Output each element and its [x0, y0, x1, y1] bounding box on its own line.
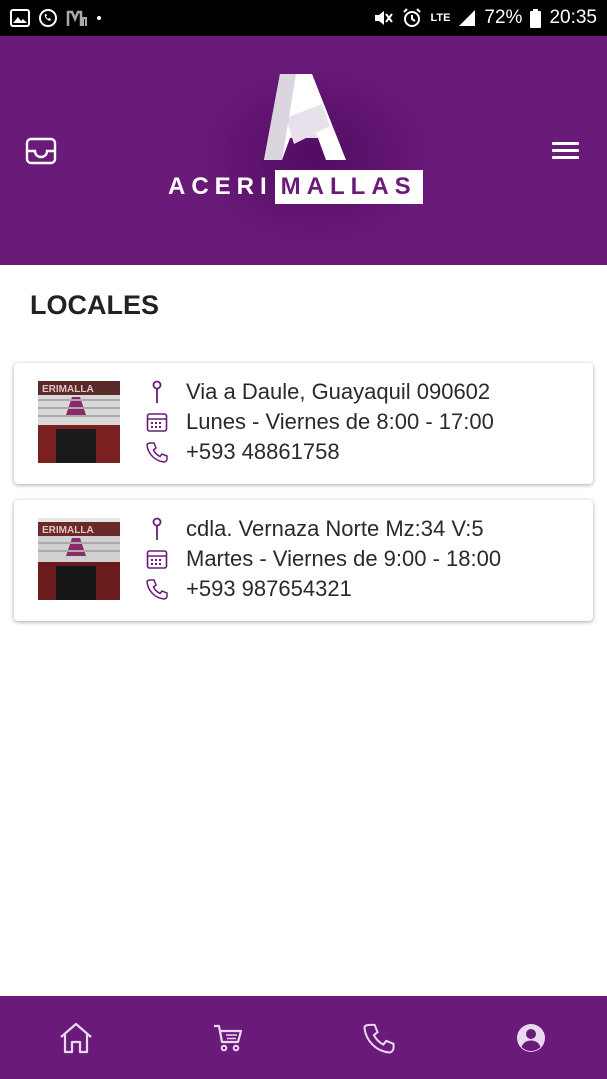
logo-a-icon: [264, 74, 346, 160]
battery-icon: [530, 8, 542, 28]
store-phone-row[interactable]: +593 987654321: [144, 574, 584, 604]
menu-button[interactable]: [549, 136, 583, 166]
logo-wordmark: ACERI MALLAS: [165, 170, 423, 204]
nav-account-button[interactable]: [501, 1008, 561, 1068]
battery-percent: 72%: [484, 7, 523, 28]
store-hours-row: Lunes - Viernes de 8:00 - 17:00: [144, 407, 584, 437]
store-info: Via a Daule, Guayaquil 090602 Lunes - Vi…: [144, 377, 584, 467]
store-address: cdla. Vernaza Norte Mz:34 V:5: [186, 516, 484, 541]
phone-icon: [363, 1023, 395, 1054]
svg-text:ERIMALLA: ERIMALLA: [42, 525, 94, 536]
store-address: Via a Daule, Guayaquil 090602: [186, 379, 491, 404]
app-notification-icon: [66, 10, 87, 26]
signal-icon: [459, 10, 476, 26]
store-phone-row[interactable]: +593 48861758: [144, 437, 584, 467]
phone-icon: [144, 439, 170, 465]
store-address-row: Via a Daule, Guayaquil 090602: [144, 377, 584, 407]
account-icon: [517, 1023, 546, 1052]
nav-home-button[interactable]: [46, 1008, 106, 1068]
store-card[interactable]: ERIMALLA cdla. Vernaza Norte Mz:34 V:5 M…: [14, 500, 593, 621]
store-info: cdla. Vernaza Norte Mz:34 V:5 Martes - V…: [144, 514, 584, 604]
alarm-icon: [403, 8, 422, 27]
calendar-icon: [144, 409, 170, 435]
store-hours: Lunes - Viernes de 8:00 - 17:00: [186, 409, 494, 434]
nav-cart-button[interactable]: [198, 1008, 258, 1068]
status-bar: LTE 72% 20:35: [0, 0, 607, 36]
store-phone[interactable]: +593 48861758: [186, 439, 340, 465]
storefront-image: ERIMALLA: [38, 518, 120, 600]
app-header: ACERI MALLAS: [0, 36, 607, 265]
store-photo: ERIMALLA: [38, 381, 120, 463]
store-card[interactable]: ERIMALLA Via a Daule, Guayaquil 090602 L…: [14, 363, 593, 484]
dot-icon: [97, 16, 101, 20]
phone-icon: [144, 576, 170, 602]
store-photo: ERIMALLA: [38, 518, 120, 600]
mute-icon: [375, 11, 394, 25]
map-pin-icon: [144, 379, 170, 405]
store-hours-row: Martes - Viernes de 9:00 - 18:00: [144, 544, 584, 574]
home-icon: [60, 1022, 92, 1053]
clock: 20:35: [549, 7, 597, 28]
cart-icon: [213, 1024, 242, 1051]
whatsapp-icon: [39, 9, 57, 27]
store-hours: Martes - Viernes de 9:00 - 18:00: [186, 546, 502, 571]
brand-logo: ACERI MALLAS: [165, 74, 440, 206]
hamburger-menu-icon: [552, 142, 579, 159]
logo-part-mallas: MALLAS: [274, 170, 423, 204]
storefront-image: ERIMALLA: [38, 381, 120, 463]
store-address-row: cdla. Vernaza Norte Mz:34 V:5: [144, 514, 584, 544]
map-pin-icon: [144, 516, 170, 542]
status-system: LTE 72% 20:35: [372, 7, 597, 29]
logo-part-aceri: ACERI: [168, 173, 273, 200]
gallery-icon: [10, 9, 30, 27]
network-type: LTE: [430, 12, 451, 24]
svg-text:ERIMALLA: ERIMALLA: [42, 384, 94, 395]
nav-contact-button[interactable]: [349, 1008, 409, 1068]
inbox-icon: [25, 137, 57, 165]
page-title: LOCALES: [30, 290, 160, 320]
store-phone[interactable]: +593 987654321: [186, 576, 352, 602]
calendar-icon: [144, 546, 170, 572]
status-notifications: [10, 8, 102, 28]
inbox-button[interactable]: [24, 134, 58, 168]
bottom-nav: [0, 996, 607, 1079]
